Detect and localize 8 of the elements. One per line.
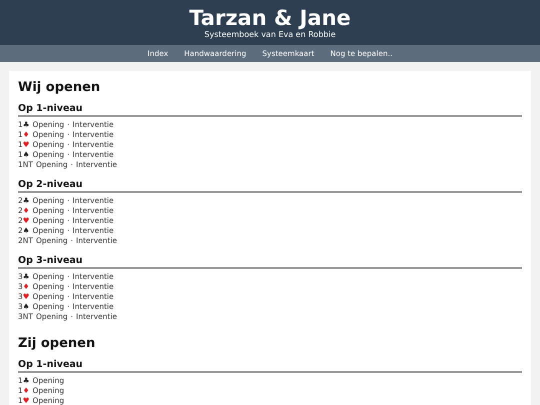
section-heading: Zij openen — [18, 336, 96, 352]
site-subtitle: Systeemboek van Eva en Robbie — [204, 30, 336, 40]
group-heading: Op 1-niveau — [18, 103, 522, 117]
group-heading: Op 1-niveau — [18, 359, 522, 373]
section-heading: Wij openen — [18, 80, 102, 96]
site-title: Tarzan & Jane — [189, 6, 351, 30]
group-heading: Op 2-niveau — [18, 179, 522, 193]
group-heading: Op 3-niveau — [18, 255, 522, 269]
